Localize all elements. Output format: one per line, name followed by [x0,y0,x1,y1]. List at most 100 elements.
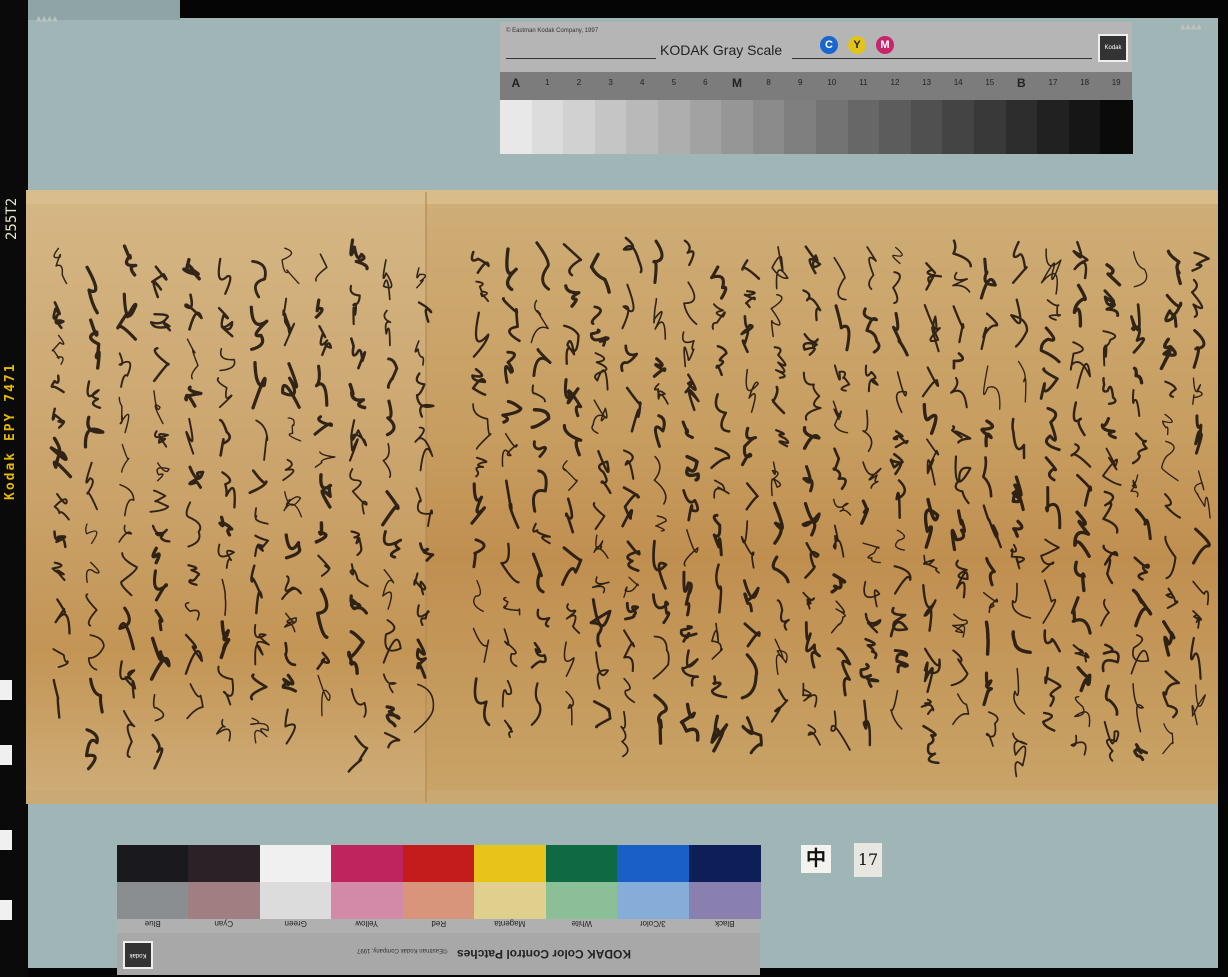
brush-stroke [834,304,851,352]
brush-stroke [500,542,520,584]
gray-step-patch [626,100,659,154]
brush-stroke [895,479,906,519]
gray-step-label: 12 [890,78,900,87]
brush-stroke [119,483,135,517]
film-edge: 255T2 Kodak EPY 7471 [0,0,28,977]
brush-stroke [625,386,642,433]
brush-stroke [652,539,668,590]
brush-stroke [51,334,65,365]
color-patch-label: Yellow [355,919,379,928]
brush-stroke [802,371,822,421]
brush-stroke [250,717,269,744]
brush-stroke [281,673,298,693]
brush-stroke [952,305,965,344]
brush-stroke [894,529,906,551]
brush-stroke [184,293,203,331]
brush-stroke [563,378,583,418]
brush-stroke [1104,684,1119,716]
brush-stroke [954,455,972,505]
brush-stroke [985,711,999,747]
brush-stroke [503,350,516,384]
brush-stroke [1191,527,1211,565]
brush-stroke [802,289,822,322]
color-patches-title: KODAK Color Control Patches [457,947,632,961]
brush-stroke [417,301,433,323]
brush-stroke [830,710,851,751]
brush-stroke [1076,665,1092,693]
brush-stroke [560,546,583,587]
brush-stroke [1011,475,1025,512]
brush-stroke [920,698,935,716]
color-patch [688,882,761,919]
gray-step-patch [658,100,691,154]
brush-stroke [1162,413,1173,436]
brush-stroke [1011,417,1026,460]
gray-step-label: 11 [859,78,868,87]
brush-stroke [53,530,67,549]
brush-stroke [1130,474,1139,498]
gray-step-patch [1068,100,1102,154]
brush-stroke [1011,630,1032,655]
volume-mark-label: 中 [801,845,831,873]
gray-step-patch [879,100,912,154]
brush-stroke [802,465,814,493]
calligraphy-text [49,236,1211,778]
brush-stroke [253,623,270,666]
brush-stroke [1100,598,1110,627]
brush-stroke [982,365,1001,410]
brush-stroke [925,262,943,291]
color-patch [331,882,404,919]
brush-stroke [413,572,427,596]
brush-stroke [470,250,490,274]
gray-step-label: 17 [1048,78,1058,87]
color-patch-label: Black [714,919,735,928]
brush-stroke [1131,389,1141,417]
color-patch [545,845,619,882]
gray-scale-step-labels: A 1 2 3 4 5 6 M 8 9 10 11 12 13 14 15 B 17 18 19 [500,76,1132,94]
brush-stroke [981,456,993,498]
brush-stroke [418,542,435,562]
brush-stroke [216,377,233,409]
brush-stroke [982,591,999,614]
brush-stroke [980,419,995,448]
brush-stroke [316,587,329,639]
color-patch-labels: Black 3/Color White Magenta Red Yellow Green Cy… [117,919,760,933]
brush-stroke [53,493,70,521]
brush-stroke [1044,406,1061,452]
brush-stroke [591,576,610,594]
gray-step-label: B [1017,76,1026,90]
brush-stroke [1043,629,1061,653]
brush-stroke [116,292,138,341]
brush-stroke [1132,251,1148,288]
brush-stroke [1102,544,1119,585]
brush-stroke [221,578,227,616]
brush-stroke [1105,263,1122,287]
film-edge-code: Kodak EPY 7471 [3,362,18,500]
gray-scale-header: © Eastman Kodak Company, 1997 KODAK Gray… [500,22,1132,72]
brush-stroke [713,479,730,499]
brush-stroke [1103,289,1120,317]
brush-stroke [832,400,849,434]
brush-stroke [1102,490,1119,534]
brush-stroke [652,239,664,285]
film-notch [0,900,12,920]
color-patch [331,845,404,882]
brush-stroke [776,599,790,631]
divider [792,58,1092,59]
gray-step-label: A [511,76,521,90]
brush-stroke [152,693,165,722]
brush-stroke [386,357,399,389]
brush-stroke [681,649,700,687]
brush-stroke [382,673,397,694]
brush-stroke [985,556,996,587]
brush-stroke [770,688,789,723]
brush-stroke [283,612,297,633]
brush-stroke [743,622,761,648]
brush-stroke [317,554,331,577]
brush-stroke [923,554,940,574]
brush-stroke [651,593,671,625]
brush-stroke [710,265,728,300]
brush-stroke [951,425,972,444]
brush-stroke [715,344,728,377]
brush-stroke [565,690,575,726]
